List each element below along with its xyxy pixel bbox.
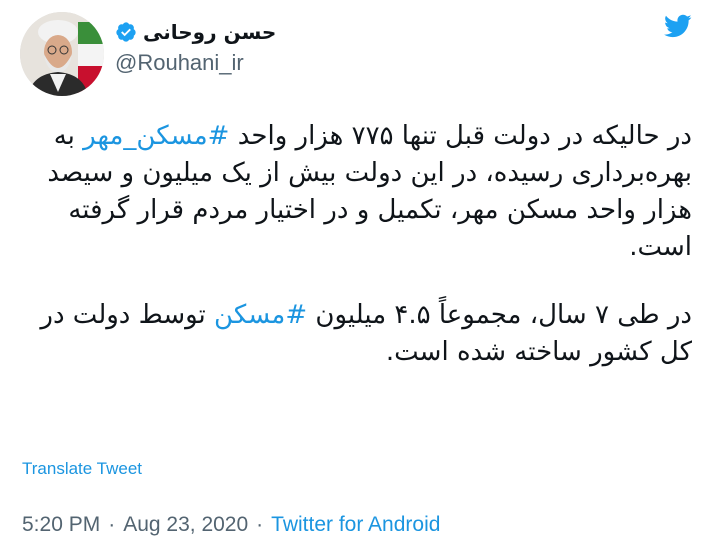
tweet-source-link[interactable]: Twitter for Android (271, 513, 440, 537)
separator-dot: · (108, 513, 116, 536)
tweet-metadata: 5:20 PM · Aug 23, 2020 · Twitter for And… (22, 513, 440, 537)
tweet-paragraph-2: در طی ۷ سال، مجموعاً ۴.۵ میلیون #مسکن تو… (32, 297, 692, 371)
author-name[interactable]: حسن روحانی (143, 20, 276, 44)
tweet-time[interactable]: 5:20 PM (22, 513, 100, 537)
tweet-text: در حالیکه در دولت قبل تنها ۷۷۵ هزار واحد… (32, 118, 692, 371)
author-name-row[interactable]: حسن روحانی (115, 18, 276, 46)
separator-dot: · (256, 513, 264, 536)
author-handle[interactable]: @Rouhani_ir (115, 50, 244, 76)
profile-photo (20, 12, 104, 96)
verified-badge-icon (116, 22, 136, 42)
hashtag-link[interactable]: #مسکن_مهر (83, 121, 229, 151)
tweet-text-segment: در طی ۷ سال، مجموعاً ۴.۵ میلیون (307, 300, 692, 330)
avatar[interactable] (20, 12, 104, 96)
twitter-bird-icon[interactable] (664, 12, 692, 40)
hashtag-link[interactable]: #مسکن (214, 300, 307, 330)
tweet-date[interactable]: Aug 23, 2020 (123, 513, 248, 537)
translate-tweet-link[interactable]: Translate Tweet (22, 459, 142, 479)
tweet-paragraph-1: در حالیکه در دولت قبل تنها ۷۷۵ هزار واحد… (32, 118, 692, 266)
tweet-text-segment: در حالیکه در دولت قبل تنها ۷۷۵ هزار واحد (229, 121, 692, 151)
